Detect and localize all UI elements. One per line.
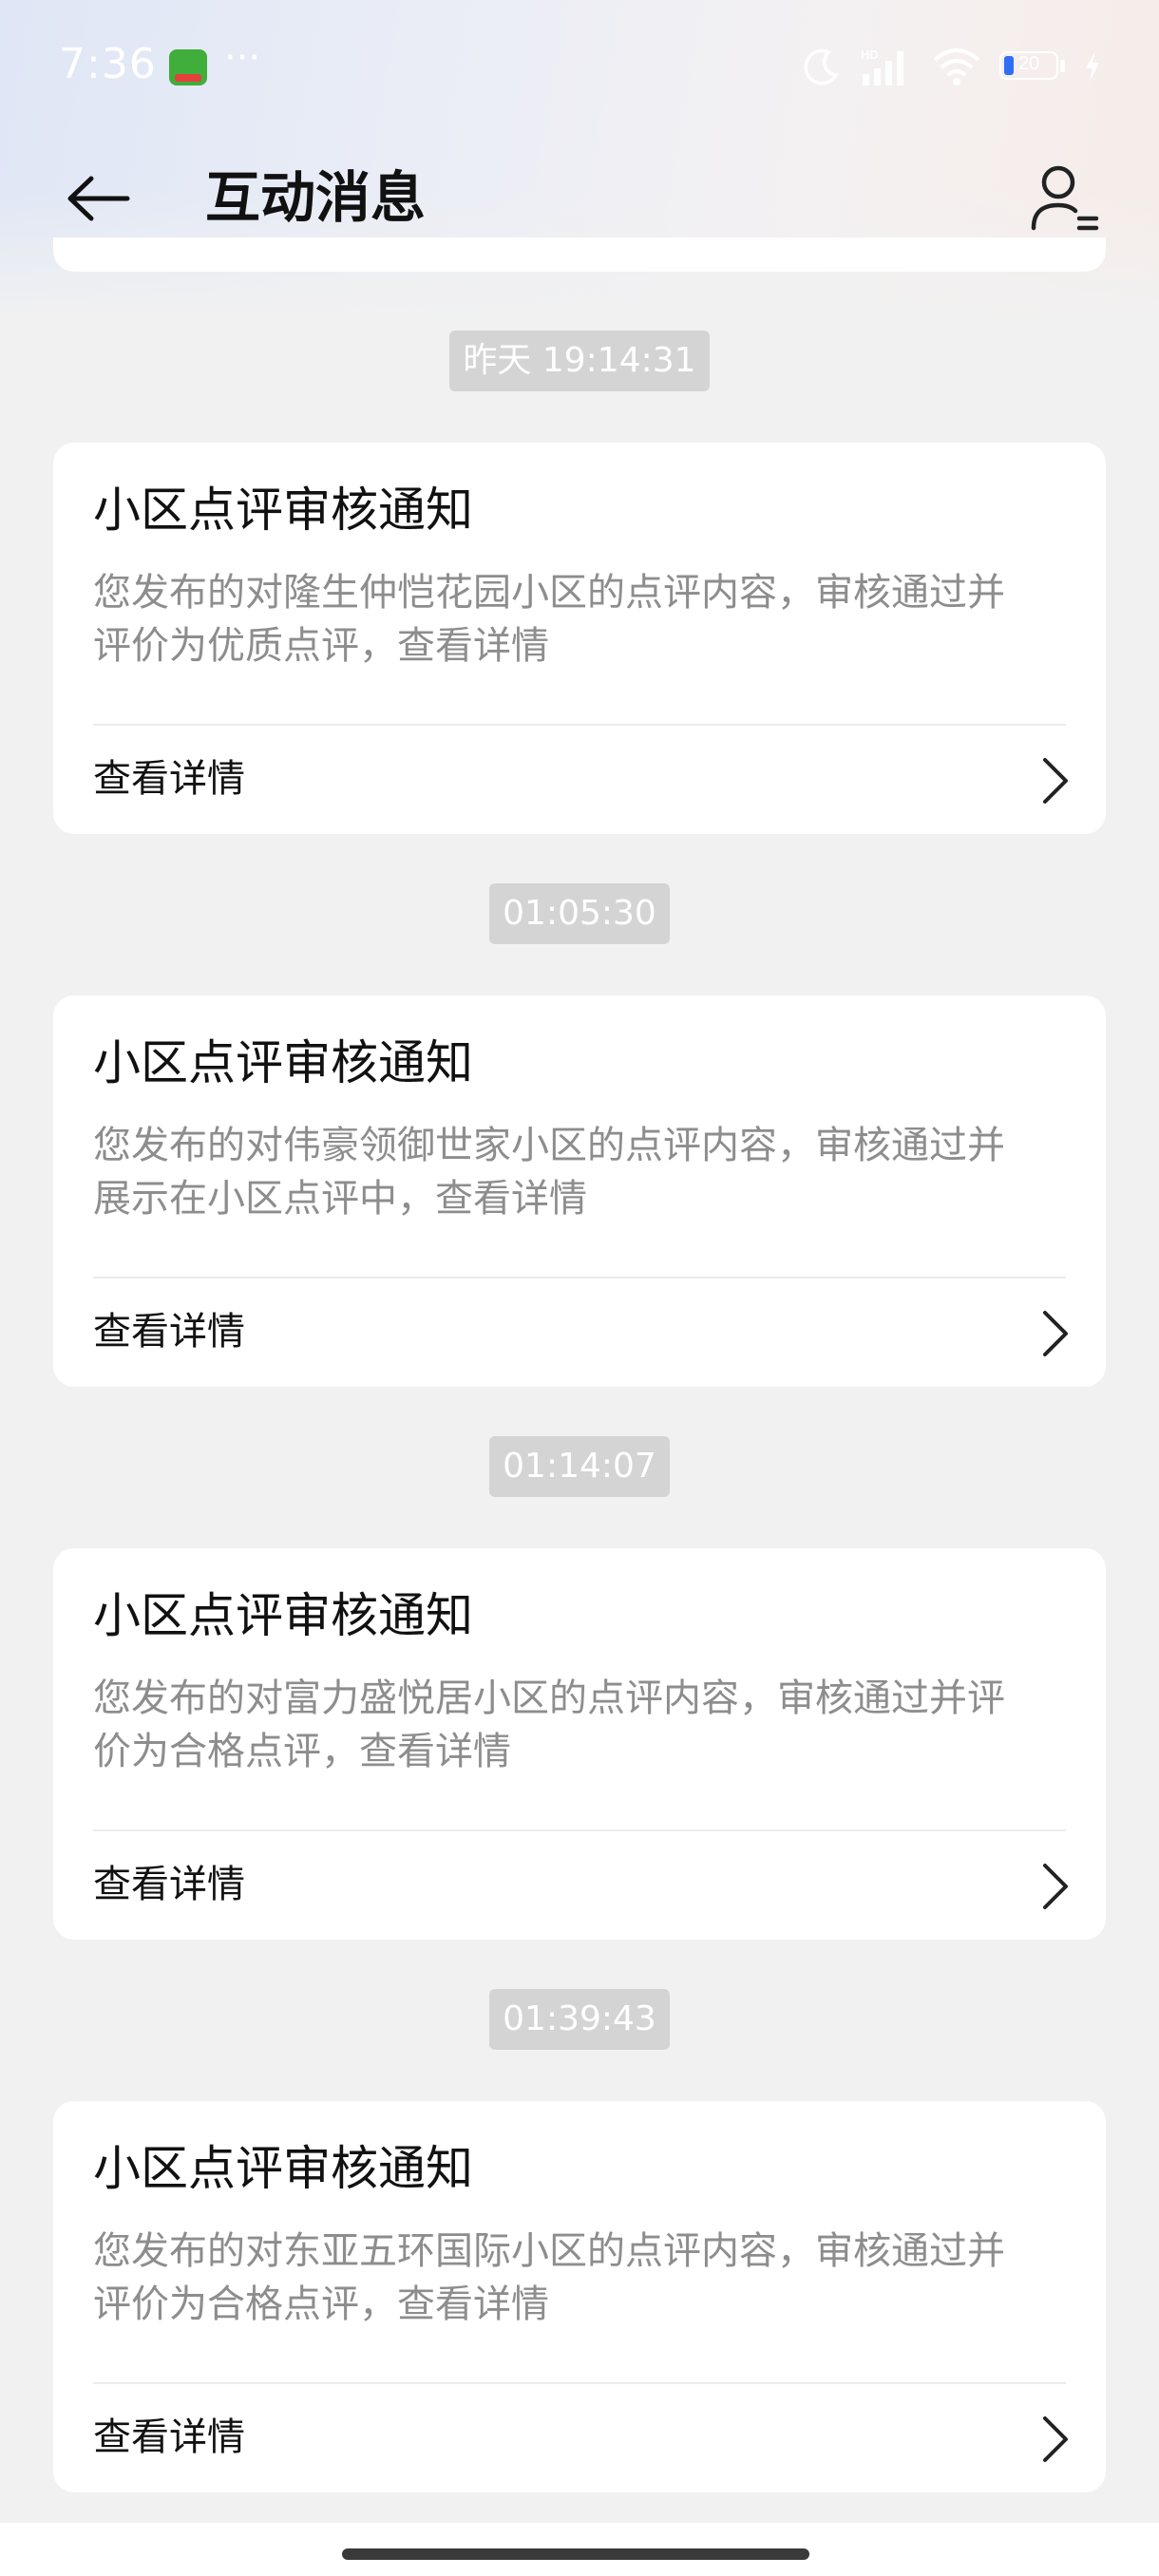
message-body: 您发布的对富力盛悦居小区的点评内容，审核通过并评 价为合格点评，查看详情 [93,1672,1072,1778]
wifi-icon [933,48,980,85]
timestamp-row: 01:14:07 [0,1436,1159,1499]
message-body-line: 展示在小区点评中，查看详情 [93,1177,587,1221]
message-timestamp: 昨天 19:14:31 [449,331,710,391]
message-feed: 昨天 19:14:31 小区点评审核通知 您发布的对隆生仲恺花园小区的点评内容，… [0,331,1159,2492]
message-body-line: 评价为合格点评，查看详情 [93,2282,549,2326]
view-details-link[interactable]: 查看详情 [53,726,1106,834]
profile-button[interactable] [1020,156,1106,241]
message-card: 小区点评审核通知 您发布的对伟豪领御世家小区的点评内容，审核通过并 展示在小区点… [53,995,1106,1387]
message-body-line: 价为合格点评，查看详情 [93,1730,511,1773]
previous-card-edge [53,237,1106,272]
page-title: 互动消息 [205,165,427,230]
status-more-icon: ··· [224,36,261,80]
view-details-label: 查看详情 [93,757,245,801]
view-details-label: 查看详情 [93,1863,245,1906]
back-button[interactable] [57,156,142,241]
view-details-link[interactable]: 查看详情 [53,1279,1106,1387]
chevron-right-icon [1043,758,1068,804]
view-details-label: 查看详情 [93,1310,245,1354]
message-group: 01:14:07 小区点评审核通知 您发布的对富力盛悦居小区的点评内容，审核通过… [0,1436,1159,1940]
message-card: 小区点评审核通知 您发布的对隆生仲恺花园小区的点评内容，审核通过并 评价为优质点… [53,443,1106,834]
message-body: 您发布的对隆生仲恺花园小区的点评内容，审核通过并 评价为优质点评，查看详情 [93,566,1072,672]
message-body: 您发布的对伟豪领御世家小区的点评内容，审核通过并 展示在小区点评中，查看详情 [93,1119,1072,1225]
back-arrow-icon [67,176,130,221]
timestamp-row: 01:05:30 [0,883,1159,946]
message-group: 01:39:43 小区点评审核通知 您发布的对东亚五环国际小区的点评内容，审核通… [0,1989,1159,2492]
status-indicators: HD 20 [802,44,1102,89]
home-indicator[interactable] [342,2548,809,2560]
message-card: 小区点评审核通知 您发布的对富力盛悦居小区的点评内容，审核通过并评 价为合格点评… [53,1548,1106,1940]
message-group: 01:05:30 小区点评审核通知 您发布的对伟豪领御世家小区的点评内容，审核通… [0,883,1159,1387]
status-bar: 7:36 ··· HD 20 [0,0,1159,133]
charging-icon [1086,51,1099,82]
message-timestamp: 01:39:43 [489,1989,670,2050]
timestamp-row: 01:39:43 [0,1989,1159,2052]
message-timestamp: 01:14:07 [489,1436,670,1497]
user-list-icon [1031,165,1099,231]
battery-level: 20 [1018,53,1040,74]
message-body: 您发布的对东亚五环国际小区的点评内容，审核通过并 评价为合格点评，查看详情 [93,2225,1072,2331]
message-title: 小区点评审核通知 [93,483,473,538]
message-title: 小区点评审核通知 [93,1588,473,1643]
chevron-right-icon [1043,2416,1068,2462]
timestamp-row: 昨天 19:14:31 [0,331,1159,393]
status-time: 7:36 [59,40,157,88]
message-body-line: 您发布的对隆生仲恺花园小区的点评内容，审核通过并 [93,571,1005,615]
view-details-link[interactable]: 查看详情 [53,1831,1106,1940]
message-body-line: 您发布的对富力盛悦居小区的点评内容，审核通过并评 [93,1676,1005,1720]
svg-text:HD: HD [861,47,879,62]
message-body-line: 评价为优质点评，查看详情 [93,624,549,668]
message-body-line: 您发布的对东亚五环国际小区的点评内容，审核通过并 [93,2229,1005,2273]
chevron-right-icon [1043,1311,1068,1356]
view-details-label: 查看详情 [93,2415,245,2459]
moon-icon [804,48,839,85]
message-title: 小区点评审核通知 [93,2141,473,2196]
message-group: 昨天 19:14:31 小区点评审核通知 您发布的对隆生仲恺花园小区的点评内容，… [0,331,1159,834]
message-body-line: 您发布的对伟豪领御世家小区的点评内容，审核通过并 [93,1124,1005,1167]
view-details-link[interactable]: 查看详情 [53,2384,1106,2492]
message-card: 小区点评审核通知 您发布的对东亚五环国际小区的点评内容，审核通过并 评价为合格点… [53,2101,1106,2492]
signal-icon: HD [861,47,903,85]
app-notification-icon [169,49,207,85]
battery-icon: 20 [999,51,1066,82]
message-timestamp: 01:05:30 [489,883,670,944]
chevron-right-icon [1043,1864,1068,1909]
message-title: 小区点评审核通知 [93,1035,473,1090]
